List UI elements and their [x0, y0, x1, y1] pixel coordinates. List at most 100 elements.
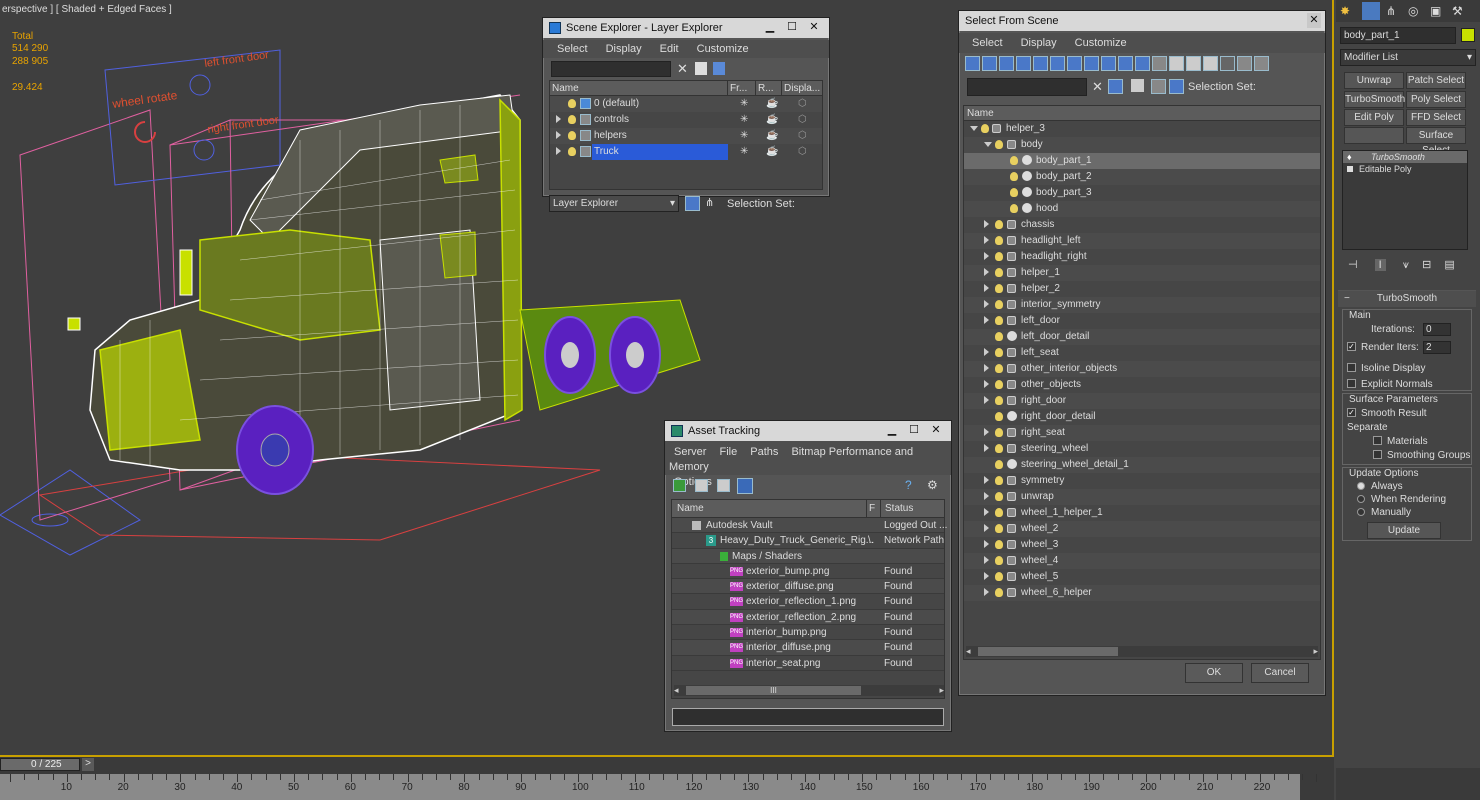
- tree-row-unwrap[interactable]: unwrap: [964, 489, 1320, 505]
- object-name-field[interactable]: body_part_1: [1340, 27, 1456, 44]
- display-box-icon[interactable]: ⬡: [798, 144, 807, 160]
- remove-modifier-icon[interactable]: ⊟: [1422, 259, 1431, 271]
- explorer-type-dropdown[interactable]: Layer Explorer ▾: [549, 195, 679, 212]
- render-iters-spinner[interactable]: 2: [1423, 341, 1451, 354]
- render-teapot-icon[interactable]: ☕: [766, 112, 778, 128]
- horizontal-scrollbar[interactable]: ◂ III ▸: [674, 685, 944, 696]
- asset-row[interactable]: PNG exterior_diffuse.png Found: [672, 579, 944, 595]
- expand-arrow-icon[interactable]: [984, 540, 989, 549]
- asset-path-input[interactable]: [672, 708, 944, 726]
- maximize-button[interactable]: ☐: [903, 423, 925, 438]
- visibility-bulb-icon[interactable]: [995, 539, 1003, 549]
- thumbnail-view-icon[interactable]: [717, 479, 730, 492]
- minimize-button[interactable]: ▁: [759, 20, 781, 35]
- layer-stack-icon[interactable]: [685, 196, 700, 211]
- visibility-bulb-icon[interactable]: [568, 114, 576, 124]
- menu-customize[interactable]: Customize: [688, 43, 758, 55]
- visibility-bulb-icon[interactable]: [995, 235, 1003, 245]
- tree-row-body-part-2[interactable]: body_part_2: [964, 169, 1320, 185]
- visibility-bulb-icon[interactable]: [995, 411, 1003, 421]
- tree-row-body-part-3[interactable]: body_part_3: [964, 185, 1320, 201]
- expand-arrow-icon[interactable]: [984, 508, 989, 517]
- collapse-arrow-icon[interactable]: [984, 141, 992, 147]
- expand-arrow-icon[interactable]: [984, 364, 989, 373]
- turbosmooth-button[interactable]: TurboSmooth: [1344, 91, 1405, 108]
- visibility-bulb-icon[interactable]: [995, 315, 1003, 325]
- expand-arrow-icon[interactable]: [984, 396, 989, 405]
- tree-row-interior-symmetry[interactable]: interior_symmetry: [964, 297, 1320, 313]
- visibility-bulb-icon[interactable]: [995, 491, 1003, 501]
- minimize-button[interactable]: ▁: [881, 423, 903, 438]
- select-from-scene-titlebar[interactable]: Select From Scene ✕: [959, 11, 1325, 31]
- tree-row-hood[interactable]: hood: [964, 201, 1320, 217]
- explicit-normals-checkbox[interactable]: [1347, 378, 1356, 388]
- tree-row-chassis[interactable]: chassis: [964, 217, 1320, 233]
- invert-selection-icon[interactable]: [1203, 56, 1218, 71]
- expand-arrow-icon[interactable]: [984, 476, 989, 485]
- table-view-icon[interactable]: [737, 478, 753, 494]
- menu-file[interactable]: File: [714, 446, 742, 458]
- filter-bones-icon[interactable]: [1101, 56, 1116, 71]
- asset-row[interactable]: PNG exterior_reflection_2.png Found: [672, 609, 944, 626]
- asset-row[interactable]: PNG exterior_reflection_1.png Found: [672, 594, 944, 610]
- next-frame-button[interactable]: >: [82, 758, 94, 771]
- scene-explorer-window[interactable]: Scene Explorer - Layer Explorer ▁ ☐ ✕ Se…: [542, 17, 830, 212]
- scroll-left-icon[interactable]: ◂: [966, 646, 971, 657]
- visibility-bulb-icon[interactable]: [995, 523, 1003, 533]
- layer-row-helpers[interactable]: helpers ✳ ☕ ⬡: [550, 128, 822, 144]
- freeze-icon[interactable]: ✳: [740, 96, 748, 112]
- filter-groups-icon[interactable]: [1067, 56, 1082, 71]
- display-tab-icon[interactable]: ▣: [1430, 4, 1441, 18]
- visibility-bulb-icon[interactable]: [995, 507, 1003, 517]
- configure-sets-icon[interactable]: ▤: [1444, 259, 1454, 271]
- render-teapot-icon[interactable]: ☕: [766, 144, 778, 160]
- make-unique-icon[interactable]: ⩛: [1403, 259, 1409, 271]
- filter-containers-icon[interactable]: [1118, 56, 1133, 71]
- menu-select[interactable]: Select: [963, 37, 1012, 49]
- tree-row-right-door[interactable]: right_door: [964, 393, 1320, 409]
- tree-row-left-door-detail[interactable]: left_door_detail: [964, 329, 1320, 345]
- layer-stack-icon[interactable]: [1151, 79, 1166, 94]
- tree-row-left-seat[interactable]: left_seat: [964, 345, 1320, 361]
- tree-row-headlight-right[interactable]: headlight_right: [964, 249, 1320, 265]
- visibility-bulb-icon[interactable]: [568, 98, 576, 108]
- visibility-bulb-icon[interactable]: [995, 587, 1003, 597]
- menu-display[interactable]: Display: [1012, 37, 1066, 49]
- tree-row-wheel-3[interactable]: wheel_3: [964, 537, 1320, 553]
- visibility-bulb-icon[interactable]: [1010, 155, 1018, 165]
- expand-arrow-icon[interactable]: [556, 147, 561, 156]
- cancel-button[interactable]: Cancel: [1251, 663, 1309, 683]
- col-display[interactable]: Displa...: [782, 81, 822, 95]
- render-teapot-icon[interactable]: ☕: [766, 96, 778, 112]
- time-slider-thumb[interactable]: 0 / 225: [0, 758, 80, 771]
- utilities-tab-icon[interactable]: ⚒: [1452, 4, 1463, 18]
- visibility-bulb-icon[interactable]: [1010, 171, 1018, 181]
- ffd-select-button[interactable]: FFD Select: [1406, 109, 1466, 126]
- expand-arrow-icon[interactable]: [984, 380, 989, 389]
- menu-paths[interactable]: Paths: [745, 446, 783, 458]
- asset-row[interactable]: 3 Heavy_Duty_Truck_Generic_Rig... \. Networ…: [672, 533, 944, 549]
- asset-tracking-titlebar[interactable]: Asset Tracking ▁ ☐ ✕: [665, 421, 951, 441]
- visibility-bulb-icon[interactable]: [568, 130, 576, 140]
- expand-arrow-icon[interactable]: [984, 316, 989, 325]
- expand-arrow-icon[interactable]: [984, 428, 989, 437]
- visibility-bulb-icon[interactable]: [995, 427, 1003, 437]
- visibility-bulb-icon[interactable]: [995, 283, 1003, 293]
- modifier-list-dropdown[interactable]: Modifier List ▾: [1340, 49, 1476, 66]
- columns-icon[interactable]: [1254, 56, 1269, 71]
- unwrap-uvw-button[interactable]: Unwrap UVW: [1344, 72, 1404, 101]
- stack-item-editable-poly[interactable]: Editable Poly: [1343, 163, 1467, 176]
- render-teapot-icon[interactable]: ☕: [766, 128, 778, 144]
- expand-box-icon[interactable]: [1347, 166, 1353, 172]
- menu-edit[interactable]: Edit: [651, 43, 688, 55]
- display-box-icon[interactable]: ⬡: [798, 96, 807, 112]
- close-button[interactable]: ✕: [1307, 13, 1321, 28]
- scroll-right-icon[interactable]: ▸: [939, 685, 944, 696]
- smoothing-groups-checkbox[interactable]: [1373, 449, 1382, 459]
- asset-row[interactable]: PNG exterior_bump.png Found: [672, 564, 944, 580]
- asset-row[interactable]: PNG interior_bump.png Found: [672, 625, 944, 641]
- col-status[interactable]: Status: [881, 500, 913, 517]
- tree-row-right-door-detail[interactable]: right_door_detail: [964, 409, 1320, 425]
- hierarchy-tab-icon[interactable]: ⋔: [1386, 4, 1396, 18]
- ok-button[interactable]: OK: [1185, 663, 1243, 683]
